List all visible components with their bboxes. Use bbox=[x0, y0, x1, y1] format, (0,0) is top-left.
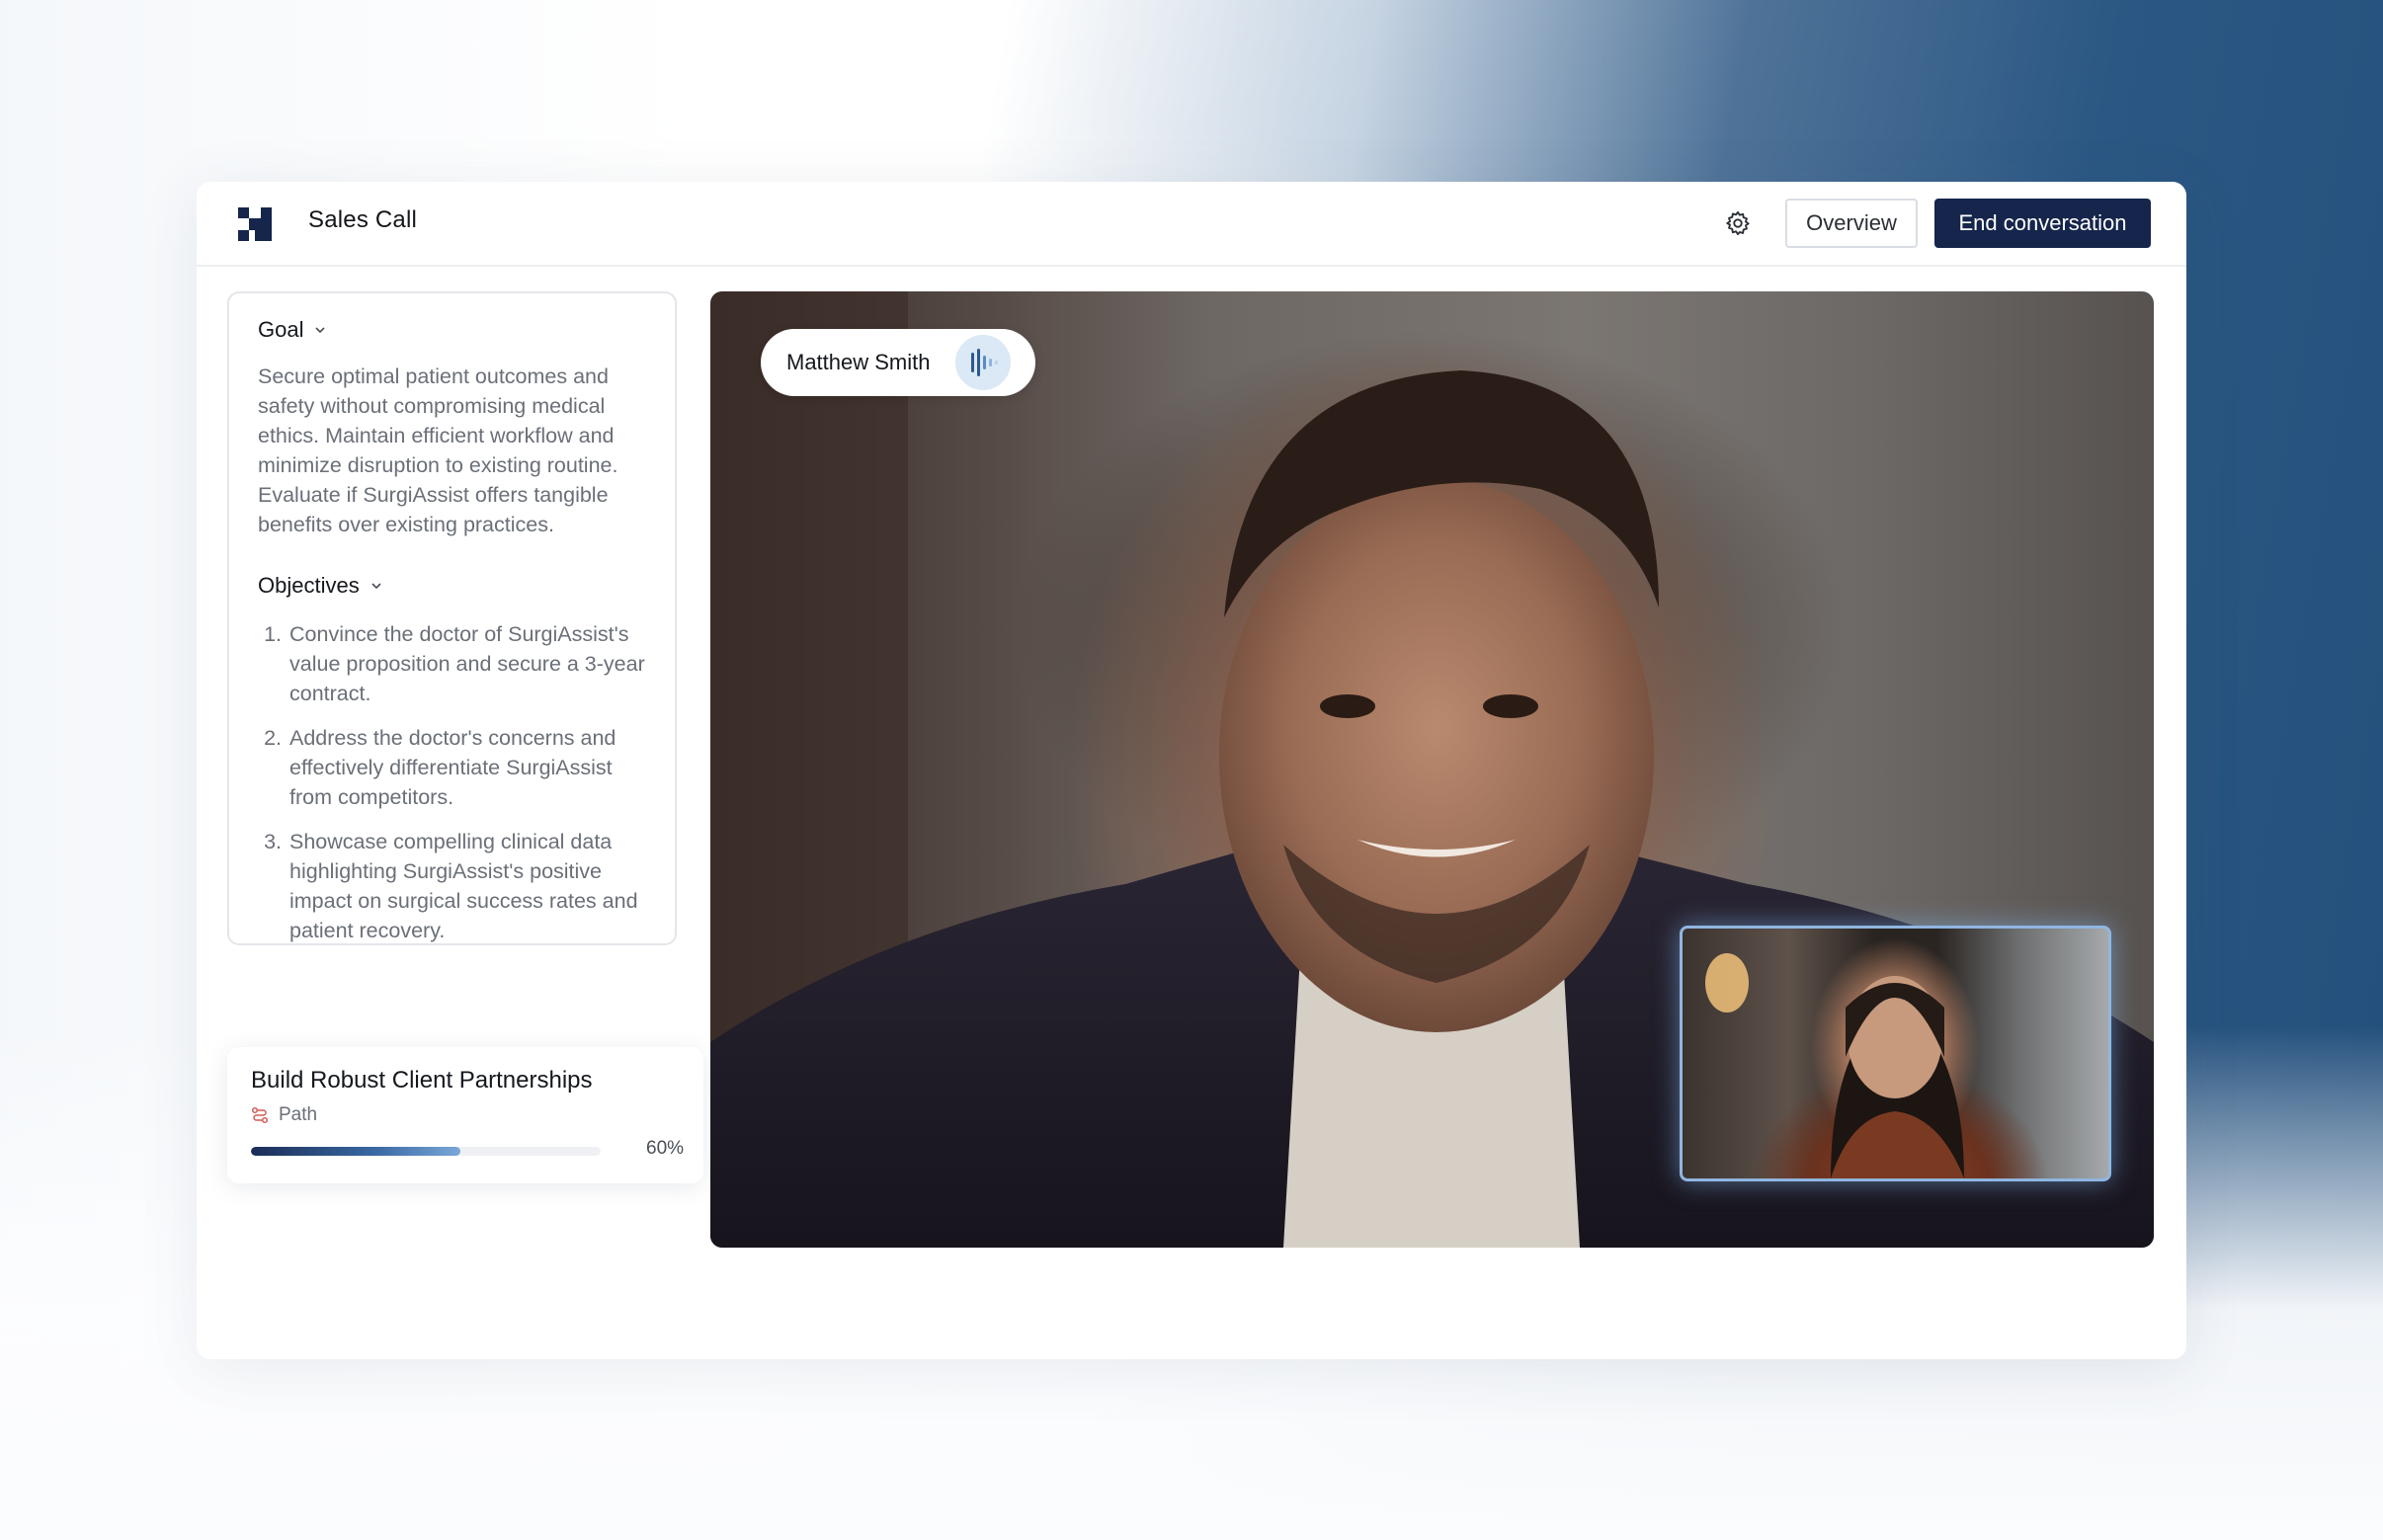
path-title: Build Robust Client Partnerships bbox=[251, 1067, 593, 1094]
path-subtitle-row: Path bbox=[251, 1104, 317, 1126]
self-view-video[interactable] bbox=[1680, 926, 2111, 1181]
self-view-image bbox=[1705, 953, 1964, 1178]
objective-text: Address the doctor's concerns and effect… bbox=[289, 726, 616, 809]
objectives-list: 1. Convince the doctor of SurgiAssist's … bbox=[258, 619, 653, 960]
objective-number: 3. bbox=[264, 830, 282, 853]
objective-number: 1. bbox=[264, 622, 282, 646]
goal-heading: Goal bbox=[258, 317, 304, 342]
objective-number: 2. bbox=[264, 726, 282, 750]
goal-panel: Goal Secure optimal patient outcomes and… bbox=[227, 291, 677, 945]
progress-bar-fill bbox=[251, 1147, 461, 1156]
app-window: Sales Call Overview End conversation Goa… bbox=[197, 182, 2186, 1359]
end-conversation-button[interactable]: End conversation bbox=[1934, 199, 2151, 248]
top-bar: Sales Call Overview End conversation bbox=[197, 182, 2186, 267]
logo-icon bbox=[238, 207, 272, 241]
route-icon bbox=[251, 1106, 269, 1124]
progress-label: 60% bbox=[646, 1138, 685, 1159]
goal-toggle[interactable]: Goal bbox=[258, 317, 327, 343]
list-item: 3. Showcase compelling clinical data hig… bbox=[258, 827, 653, 945]
overview-button[interactable]: Overview bbox=[1785, 199, 1918, 248]
participant-name: Matthew Smith bbox=[786, 350, 931, 374]
participant-name-tag: Matthew Smith bbox=[761, 329, 1035, 396]
list-item: 2. Address the doctor's concerns and eff… bbox=[258, 723, 653, 812]
app-title: Sales Call bbox=[308, 206, 418, 233]
audio-wave-icon bbox=[955, 335, 1011, 390]
objectives-heading: Objectives bbox=[258, 573, 360, 598]
objective-text: Showcase compelling clinical data highli… bbox=[289, 830, 638, 942]
path-card[interactable]: Build Robust Client Partnerships Path 60… bbox=[227, 1047, 703, 1183]
list-item: 1. Convince the doctor of SurgiAssist's … bbox=[258, 619, 653, 708]
objectives-toggle[interactable]: Objectives bbox=[258, 573, 383, 599]
gear-icon[interactable] bbox=[1723, 208, 1753, 238]
goal-text: Secure optimal patient outcomes and safe… bbox=[258, 365, 618, 536]
progress-bar bbox=[251, 1147, 601, 1156]
chevron-down-icon bbox=[315, 327, 326, 334]
main-video: Matthew Smith bbox=[710, 291, 2154, 1248]
chevron-down-icon bbox=[371, 583, 381, 590]
path-subtitle: Path bbox=[279, 1104, 318, 1125]
objective-text: Convince the doctor of SurgiAssist's val… bbox=[289, 622, 645, 705]
